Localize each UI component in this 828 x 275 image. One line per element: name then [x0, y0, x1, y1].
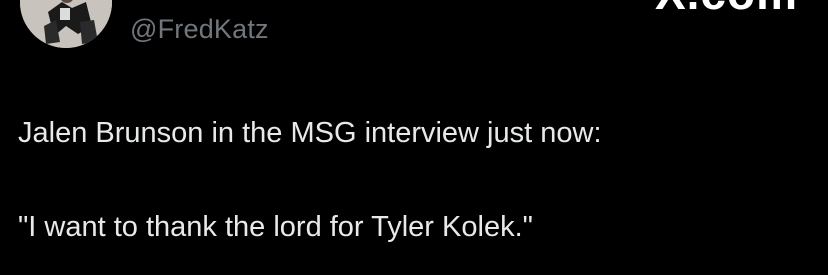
tweet-body: Jalen Brunson in the MSG interview just … — [18, 110, 808, 251]
avatar[interactable] — [20, 0, 112, 48]
tweet-card: @FredKatz X.com Jalen Brunson in the MSG… — [0, 0, 828, 275]
tweet-line: Jalen Brunson in the MSG interview just … — [18, 117, 602, 149]
profile-photo-icon — [20, 0, 112, 48]
line-break — [18, 157, 808, 204]
x-logo-watermark: X.com — [655, 0, 798, 16]
user-handle[interactable]: @FredKatz — [130, 13, 269, 45]
tweet-line: "I want to thank the lord for Tyler Kole… — [18, 211, 533, 243]
